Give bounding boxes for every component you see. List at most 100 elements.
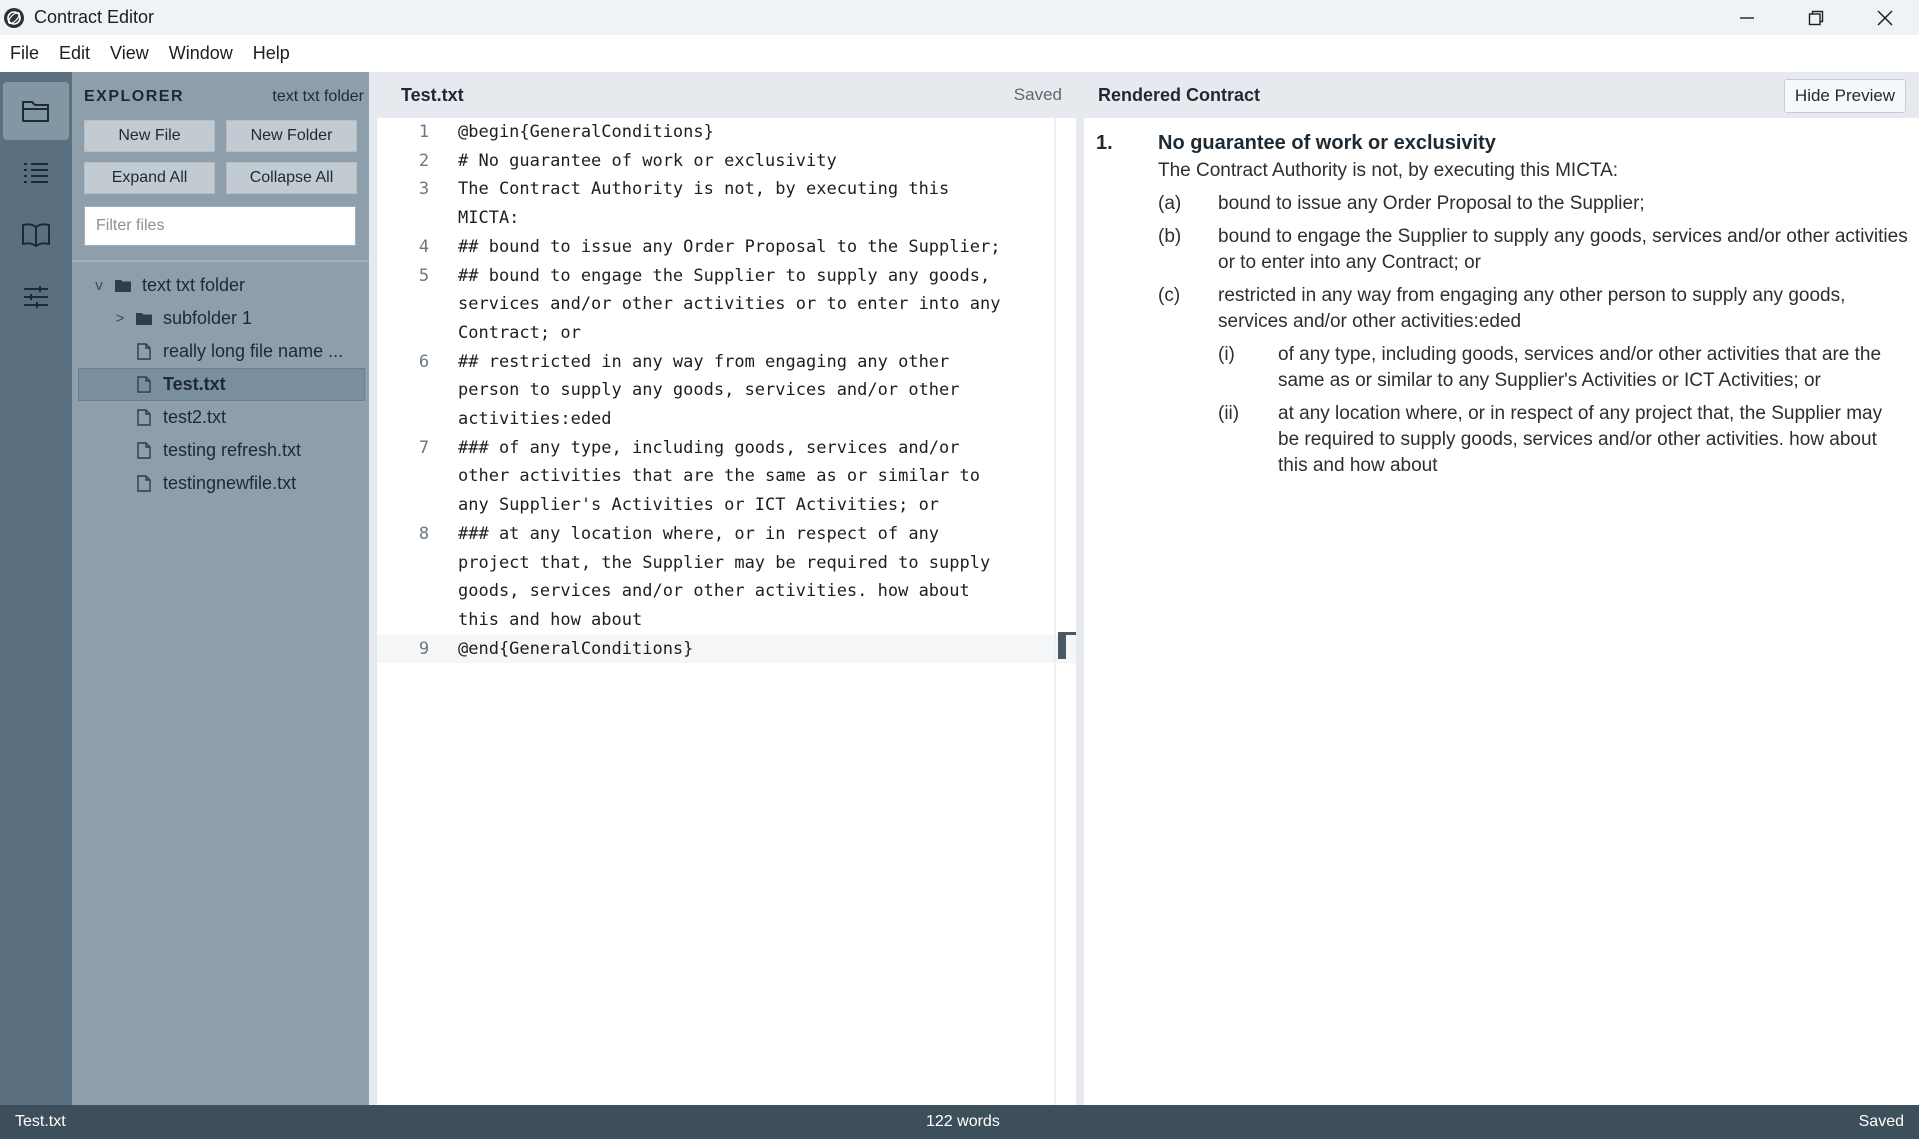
code-text[interactable]: @begin{GeneralConditions}: [458, 118, 1018, 147]
file-icon: [135, 375, 153, 395]
item-text: bound to issue any Order Proposal to the…: [1218, 193, 1645, 214]
clause-item: (b) bound to engage the Supplier to supp…: [1158, 224, 1908, 276]
expand-all-button[interactable]: Expand All: [84, 162, 215, 194]
window-controls: [1712, 0, 1919, 35]
editor-text-area[interactable]: 1 @begin{GeneralConditions} 2 # No guara…: [377, 118, 1076, 1105]
line-number: 1: [418, 122, 430, 142]
tree-file[interactable]: testing refresh.txt: [78, 434, 365, 467]
code-text[interactable]: ### of any type, including goods, servic…: [458, 434, 1018, 520]
status-word-count: 122 words: [926, 1113, 1000, 1130]
file-tree: v text txt folder > subfolder 1 really l…: [78, 269, 365, 500]
code-editor-pane: Test.txt Saved 1 @begin{GeneralCondition…: [369, 72, 1076, 1105]
editor-header: Test.txt Saved: [377, 72, 1076, 118]
item-text: bound to engage the Supplier to supply a…: [1218, 226, 1908, 273]
code-line[interactable]: 8 ### at any location where, or in respe…: [377, 520, 1076, 635]
tree-item-label: really long file name ...: [163, 341, 344, 361]
tree-item-label: testing refresh.txt: [163, 440, 302, 460]
minimize-icon: [1739, 16, 1754, 19]
chevron-right-icon[interactable]: >: [111, 310, 129, 327]
tree-item-label: Test.txt: [163, 374, 226, 394]
tree-file-selected[interactable]: Test.txt: [78, 368, 365, 401]
window-title: Contract Editor: [34, 7, 155, 27]
outline-view-button[interactable]: [3, 144, 69, 202]
file-icon: [135, 342, 153, 362]
clause-item: (c) restricted in any way from engaging …: [1158, 283, 1908, 335]
line-number: 7: [418, 437, 430, 458]
explorer-header: EXPLORER text txt folder: [84, 88, 364, 106]
pane-splitter[interactable]: [1076, 72, 1084, 1105]
code-line[interactable]: 4 ## bound to issue any Order Proposal t…: [377, 233, 1076, 262]
tree-file[interactable]: testingnewfile.txt: [78, 467, 365, 500]
code-text[interactable]: ## bound to issue any Order Proposal to …: [458, 233, 1018, 262]
explorer-title: EXPLORER: [84, 88, 185, 105]
hide-preview-button[interactable]: Hide Preview: [1784, 79, 1906, 113]
code-line-current[interactable]: 9 @end{GeneralConditions}: [377, 634, 1076, 664]
menu-help[interactable]: Help: [253, 43, 290, 64]
status-save-state: Saved: [1858, 1113, 1904, 1130]
subitem-text: at any location where, or in respect of …: [1278, 403, 1883, 476]
code-text[interactable]: @end{GeneralConditions}: [458, 635, 1018, 664]
subitem-marker: (ii): [1218, 403, 1240, 424]
folder-icon: [114, 276, 132, 296]
subitem-marker: (i): [1218, 344, 1235, 365]
minimize-button[interactable]: [1712, 0, 1781, 35]
tree-folder-root[interactable]: v text txt folder: [78, 269, 365, 302]
tree-file[interactable]: test2.txt: [78, 401, 365, 434]
explorer-panel: EXPLORER text txt folder New File New Fo…: [72, 72, 369, 1105]
code-line[interactable]: 5 ## bound to engage the Supplier to sup…: [377, 262, 1076, 348]
close-button[interactable]: [1850, 0, 1919, 35]
filter-files-input[interactable]: [84, 206, 356, 246]
status-filename: Test.txt: [15, 1113, 66, 1130]
tree-file[interactable]: really long file name ...: [78, 335, 365, 368]
code-line[interactable]: 1 @begin{GeneralConditions}: [377, 118, 1076, 147]
code-text[interactable]: ## bound to engage the Supplier to suppl…: [458, 262, 1018, 348]
menu-file[interactable]: File: [10, 43, 39, 64]
folder-icon: [22, 101, 49, 122]
item-text: restricted in any way from engaging any …: [1218, 285, 1846, 332]
menu-edit[interactable]: Edit: [59, 43, 90, 64]
tree-item-label: test2.txt: [163, 407, 227, 427]
book-icon: [22, 223, 50, 247]
line-number: 9: [418, 638, 430, 659]
clause-intro: The Contract Authority is not, by execut…: [1158, 160, 1619, 181]
item-marker: (a): [1158, 193, 1182, 214]
code-line[interactable]: 7 ### of any type, including goods, serv…: [377, 434, 1076, 520]
editor-filename: Test.txt: [401, 84, 464, 105]
code-line[interactable]: 3 The Contract Authority is not, by exec…: [377, 175, 1076, 232]
new-file-button[interactable]: New File: [84, 120, 215, 152]
settings-view-button[interactable]: [3, 268, 69, 326]
explorer-view-button[interactable]: [3, 82, 69, 140]
tree-folder-subfolder[interactable]: > subfolder 1: [78, 302, 365, 335]
code-text[interactable]: ## restricted in any way from engaging a…: [458, 348, 1018, 434]
tree-item-label: testingnewfile.txt: [163, 473, 297, 493]
chevron-down-icon[interactable]: v: [90, 277, 108, 294]
new-folder-button[interactable]: New Folder: [226, 120, 357, 152]
file-icon: [135, 474, 153, 494]
code-line[interactable]: 2 # No guarantee of work or exclusivity: [377, 147, 1076, 176]
restore-button[interactable]: [1781, 0, 1850, 35]
preview-header: Rendered Contract Hide Preview: [1084, 72, 1919, 118]
restore-icon: [1808, 10, 1823, 25]
line-number: 8: [418, 523, 430, 544]
editor-scrollbar-track[interactable]: [1054, 118, 1056, 1105]
rendered-preview-pane: Rendered Contract Hide Preview 1. No gua…: [1084, 72, 1919, 1105]
item-marker: (b): [1158, 226, 1182, 247]
tree-item-label: text txt folder: [142, 275, 246, 295]
code-line[interactable]: 6 ## restricted in any way from engaging…: [377, 348, 1076, 434]
preview-title: Rendered Contract: [1098, 84, 1261, 105]
code-text[interactable]: The Contract Authority is not, by execut…: [458, 175, 1018, 232]
code-text[interactable]: ### at any location where, or in respect…: [458, 520, 1018, 635]
activity-bar: [0, 72, 72, 1105]
code-text[interactable]: # No guarantee of work or exclusivity: [458, 147, 1018, 176]
clause-title: No guarantee of work or exclusivity: [1158, 132, 1496, 154]
clause-subitem: (i) of any type, including goods, servic…: [1218, 342, 1908, 394]
editor-scroll-marker[interactable]: [1058, 632, 1076, 659]
sliders-icon: [24, 286, 48, 308]
line-number: 2: [418, 150, 430, 171]
line-number: 3: [418, 179, 430, 200]
collapse-all-button[interactable]: Collapse All: [226, 162, 357, 194]
menu-view[interactable]: View: [110, 43, 149, 64]
clause-number: 1.: [1096, 132, 1113, 154]
menu-window[interactable]: Window: [169, 43, 233, 64]
documentation-view-button[interactable]: [3, 206, 69, 264]
